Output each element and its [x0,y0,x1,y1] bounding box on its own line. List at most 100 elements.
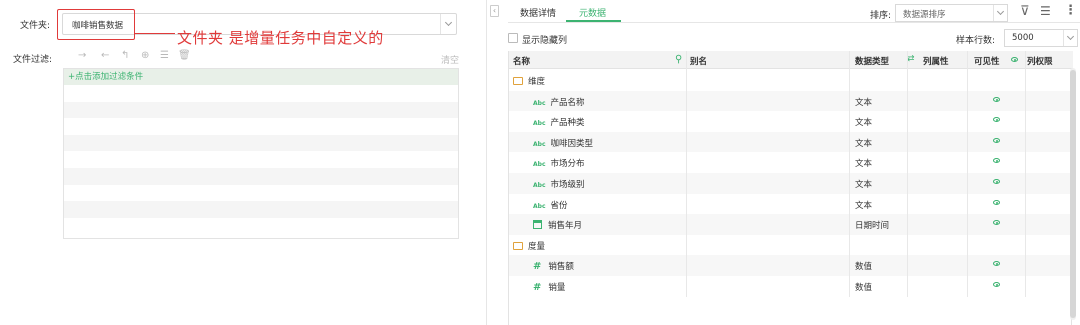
list-item [64,151,458,168]
field-name-cell: Abc 市场分布 [533,157,585,169]
eye-icon[interactable] [1011,55,1018,65]
add-group-icon[interactable]: ⊕ [141,50,149,61]
filter-label: 文件过滤: [13,55,53,65]
field-name: 市场分布 [550,159,585,170]
table-row[interactable]: 维度 [509,70,1072,91]
field-name: 销售额 [548,262,574,273]
table-row[interactable]: # 销量 数值 [509,276,1072,297]
eye-icon[interactable] [993,220,1000,226]
eye-icon[interactable] [993,179,1000,184]
folder-icon [513,241,523,250]
indent-icon[interactable]: ↰ [121,50,129,61]
calendar-icon [533,220,542,230]
metadata-table: 名称 ⚲ 别名 数据类型 ⇄ 列属性 可见性 列权限 维度 Abc 产品名称 文本 Ab… [508,51,1073,325]
field-name: 省份 [550,200,568,211]
table-header: 名称 ⚲ 别名 数据类型 ⇄ 列属性 可见性 列权限 [509,51,1073,69]
field-name: 咖啡因类型 [550,138,594,149]
list-item [64,118,458,135]
table-row[interactable]: Abc 产品种类 文本 [509,111,1072,132]
field-name: 产品种类 [550,118,585,129]
chevron-down-icon[interactable] [993,5,1007,21]
datatype-cell: 文本 [855,180,873,190]
field-name-cell: 销售年月 [533,219,582,231]
arrow-left-icon[interactable]: ← [101,50,109,61]
table-row[interactable]: 度量 [509,235,1072,256]
column-divider [1025,51,1026,297]
table-row[interactable]: # 销售额 数值 [509,255,1072,276]
table-row[interactable]: Abc 市场分布 文本 [509,152,1072,173]
show-hidden-checkbox[interactable] [508,33,518,43]
more-options-icon[interactable]: ⋮ [1064,3,1077,18]
eye-icon[interactable] [993,199,1000,205]
list-view-icon[interactable]: ☰ [1040,4,1051,18]
table-row[interactable]: Abc 咖啡因类型 文本 [509,131,1072,153]
text-type-icon: Abc [533,202,546,210]
annotation-text: 文件夹 是增量任务中自定义的 [177,29,384,47]
search-icon[interactable]: ⚲ [675,54,682,65]
datatype-cell: 文本 [855,159,873,170]
field-name: 销售年月 [548,221,583,232]
sample-rows-label: 样本行数: [956,36,996,46]
field-name: 维度 [528,77,546,87]
arrow-right-icon[interactable]: → [78,50,86,61]
sample-rows-value: 5000 [1012,33,1034,43]
left-panel: 文件夹: 咖啡销售数据 文件夹 是增量任务中自定义的 文件过滤: → ← ↰ ⊕… [0,0,486,325]
field-name-cell: 度量 [513,240,545,252]
clear-button[interactable]: 清空 [441,53,459,66]
column-divider [849,51,850,297]
text-type-icon: Abc [533,99,546,107]
list-item [64,167,458,185]
folder-label: 文件夹: [20,21,51,31]
sort-select[interactable]: 数据源排序 [895,4,1008,22]
text-type-icon: Abc [533,120,546,128]
list-item [64,101,458,119]
col-name: 名称 [513,57,531,67]
text-type-icon: Abc [533,140,546,148]
datatype-cell: 文本 [855,118,873,129]
eye-icon[interactable] [993,117,1000,123]
filter-icon[interactable]: ⊽ [1020,4,1030,19]
filter-list: +点击添加过滤条件 [63,68,459,239]
eye-icon[interactable] [993,137,1000,143]
number-type-icon: # [533,261,542,273]
text-type-icon: Abc [533,161,546,169]
field-name-cell: Abc 咖啡因类型 [533,137,593,149]
field-name-cell: # 销售额 [533,260,574,272]
chevron-down-icon[interactable] [1063,30,1077,46]
field-name: 产品名称 [550,97,585,108]
show-hidden-label: 显示隐藏列 [522,36,568,46]
eye-icon[interactable] [993,158,1000,164]
field-name-cell: Abc 产品种类 [533,116,585,128]
convert-icon[interactable]: ⇄ [907,54,915,64]
tab-metadata[interactable]: 元数据 [579,6,606,19]
col-attr: 列属性 [923,57,949,67]
datatype-cell: 文本 [855,97,873,108]
folder-icon [513,77,523,85]
scrollbar-thumb[interactable] [1070,70,1076,318]
column-divider [686,51,687,297]
field-name-cell: 维度 [513,75,545,87]
eye-icon[interactable] [993,96,1000,102]
table-row[interactable]: Abc 产品名称 文本 [509,90,1072,112]
eye-icon[interactable] [993,261,1000,267]
list-icon[interactable]: ☰ [160,50,169,61]
col-alias: 别名 [690,57,708,67]
datatype-cell: 数值 [855,283,873,293]
add-filter-link[interactable]: +点击添加过滤条件 [64,69,458,85]
text-type-icon: Abc [533,182,546,189]
list-item [64,218,458,235]
delete-icon[interactable]: 🗑 [178,50,191,61]
field-name-cell: Abc 市场级别 [533,178,585,190]
table-row[interactable]: Abc 省份 文本 [509,194,1072,215]
eye-icon[interactable] [993,282,1000,287]
list-item [64,85,458,102]
sample-rows-select[interactable]: 5000 [1004,29,1078,47]
table-row[interactable]: Abc 市场级别 文本 [509,173,1072,194]
field-name: 度量 [528,241,546,252]
datatype-cell: 日期时间 [855,221,890,232]
col-datatype: 数据类型 [855,57,890,67]
tab-data-details[interactable]: 数据详情 [520,6,556,19]
collapse-left-icon[interactable]: ‹ [490,5,499,17]
table-row[interactable]: 销售年月 日期时间 [509,214,1072,235]
chevron-down-icon[interactable] [440,14,456,34]
